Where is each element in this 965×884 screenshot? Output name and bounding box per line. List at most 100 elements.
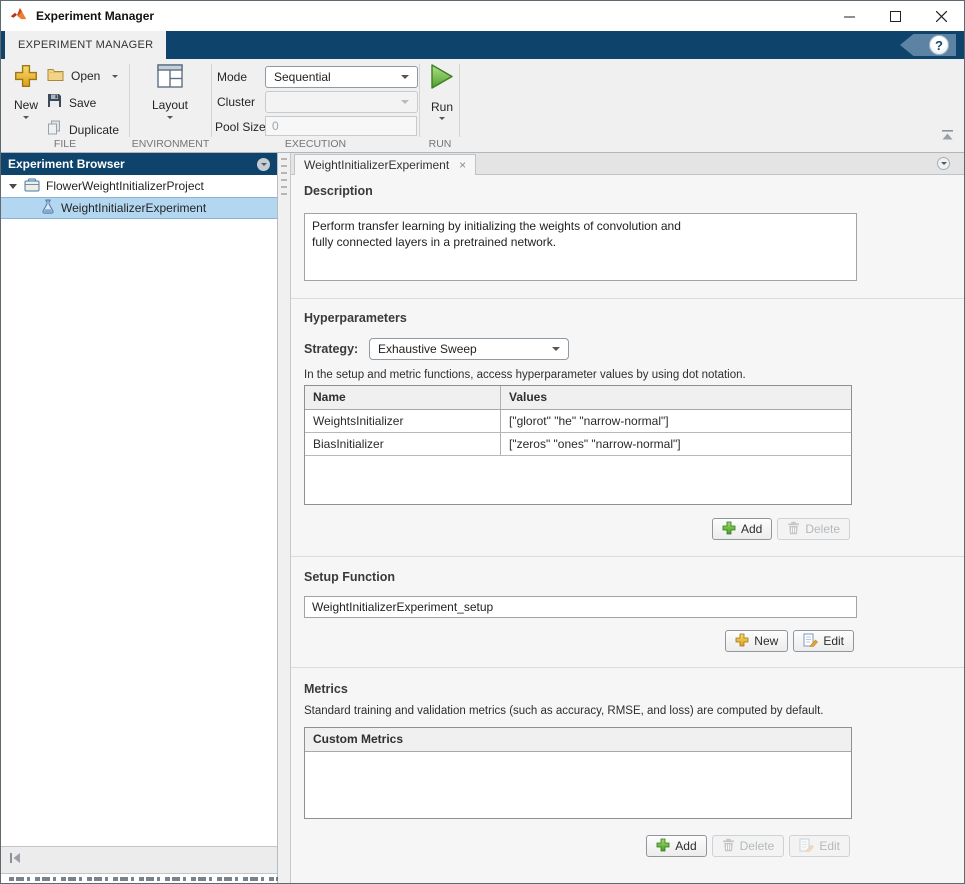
collapse-panel-icon[interactable] (9, 851, 22, 869)
toolbar-separator (459, 64, 460, 137)
new-dropdown-icon[interactable] (23, 116, 29, 119)
panel-menu-icon[interactable] (257, 157, 270, 171)
document-menu-icon[interactable] (937, 157, 950, 170)
layout-dropdown-icon[interactable] (167, 116, 173, 119)
close-button[interactable] (918, 1, 964, 31)
pool-size-input (265, 116, 417, 136)
experiment-flask-icon (41, 199, 55, 217)
mode-label: Mode (217, 70, 248, 84)
file-section-label: FILE (53, 138, 77, 150)
add-hyperparameter-button[interactable]: Add (711, 518, 773, 540)
add-button-label: Add (675, 839, 697, 853)
layout-button[interactable]: Layout (142, 64, 198, 119)
window-title: Experiment Manager (36, 9, 155, 23)
tab-close-icon[interactable]: × (459, 159, 466, 171)
mode-dropdown-icon (401, 75, 409, 79)
toolbar-separator (419, 64, 420, 137)
main-area: Experiment Browser FlowerWeightInitializ… (1, 153, 964, 883)
open-button[interactable]: Open (47, 65, 119, 87)
add-button-label: Add (740, 522, 763, 536)
new-button-label: New (13, 98, 38, 112)
setup-function-buttons: New Edit (725, 630, 854, 652)
run-dropdown-icon[interactable] (439, 117, 445, 120)
project-name: FlowerWeightInitializerProject (46, 179, 204, 193)
hyperparameters-buttons: Add Delete (711, 518, 850, 540)
setup-function-input[interactable] (304, 596, 857, 618)
panel-splitter[interactable] (278, 153, 291, 883)
table-row[interactable]: BiasInitializer ["zeros" "ones" "narrow-… (305, 433, 851, 456)
open-button-label: Open (71, 69, 101, 83)
cell-values[interactable]: ["zeros" "ones" "narrow-normal"] (501, 433, 851, 455)
minimize-button[interactable] (826, 1, 872, 31)
edit-icon (803, 633, 819, 650)
new-button[interactable]: New (8, 64, 44, 119)
project-icon (24, 178, 40, 195)
experiment-name: WeightInitializerExperiment (61, 201, 207, 215)
section-divider (291, 556, 964, 557)
trash-icon (722, 838, 735, 855)
edit-metric-button: Edit (789, 835, 850, 857)
column-header-name[interactable]: Name (305, 386, 501, 409)
description-textarea[interactable]: Perform transfer learning by initializin… (304, 213, 857, 281)
tree-expand-icon[interactable] (9, 183, 17, 189)
cluster-select (265, 91, 418, 113)
column-header-values[interactable]: Values (501, 386, 851, 409)
mode-value: Sequential (274, 70, 331, 84)
save-icon (47, 93, 62, 113)
tab-weightinitializerexperiment[interactable]: WeightInitializerExperiment × (294, 154, 477, 175)
cluster-label: Cluster (217, 95, 256, 109)
description-heading: Description (304, 184, 373, 198)
mode-select[interactable]: Sequential (265, 66, 418, 88)
edit-button-label: Edit (823, 634, 844, 648)
delete-button-label: Delete (739, 839, 775, 853)
metrics-hint: Standard training and validation metrics… (304, 705, 824, 717)
save-button[interactable]: Save (47, 92, 96, 114)
cell-name[interactable]: BiasInitializer (305, 433, 501, 455)
hyperparameters-heading: Hyperparameters (304, 311, 407, 325)
collapse-ribbon-icon[interactable] (941, 128, 954, 146)
browser-bottom-bar (1, 846, 277, 874)
ribbon-tab-bar: EXPERIMENT MANAGER ? (1, 31, 964, 59)
strategy-dropdown-icon (552, 347, 560, 351)
tree-item-project[interactable]: FlowerWeightInitializerProject (1, 175, 277, 197)
strategy-value: Exhaustive Sweep (378, 342, 477, 356)
experiment-browser-title: Experiment Browser (8, 157, 125, 171)
maximize-button[interactable] (872, 1, 918, 31)
run-button[interactable]: Run (425, 63, 459, 120)
new-plus-icon (14, 64, 38, 93)
pool-size-label: Pool Size (215, 120, 266, 134)
help-icon[interactable]: ? (929, 35, 949, 55)
tree-item-experiment[interactable]: WeightInitializerExperiment (1, 197, 277, 219)
toolbar-separator (129, 64, 130, 137)
new-plus-icon (735, 633, 749, 650)
metrics-buttons: Add Delete Edit (646, 835, 850, 857)
cell-name[interactable]: WeightsInitializer (305, 410, 501, 432)
table-row[interactable]: WeightsInitializer ["glorot" "he" "narro… (305, 410, 851, 433)
edit-button-label: Edit (819, 839, 840, 853)
edit-setup-function-button[interactable]: Edit (793, 630, 854, 652)
open-folder-icon (47, 67, 64, 86)
strategy-select[interactable]: Exhaustive Sweep (369, 338, 569, 360)
delete-hyperparameter-button: Delete (777, 518, 850, 540)
section-divider (291, 667, 964, 668)
matlab-logo-icon (10, 6, 27, 26)
open-dropdown-icon[interactable] (112, 74, 119, 78)
experiment-manager-window: Experiment Manager EXPERIMENT MANAGER ? … (0, 0, 965, 884)
add-plus-icon (656, 838, 670, 855)
delete-metric-button: Delete (711, 835, 785, 857)
cell-values[interactable]: ["glorot" "he" "narrow-normal"] (501, 410, 851, 432)
environment-section-label: ENVIRONMENT (131, 138, 210, 150)
run-play-icon (429, 63, 455, 95)
hyperparameters-table[interactable]: Name Values WeightsInitializer ["glorot"… (304, 385, 852, 505)
hyperparameters-hint: In the setup and metric functions, acces… (304, 369, 746, 381)
setup-function-heading: Setup Function (304, 570, 395, 584)
layout-icon (157, 64, 183, 93)
add-metric-button[interactable]: Add (646, 835, 707, 857)
tab-experiment-manager[interactable]: EXPERIMENT MANAGER (5, 31, 167, 59)
execution-section-label: EXECUTION (284, 138, 347, 150)
experiment-browser-header: Experiment Browser (1, 153, 277, 175)
new-setup-function-button[interactable]: New (725, 630, 789, 652)
strategy-label: Strategy: (304, 342, 359, 356)
custom-metrics-table[interactable]: Custom Metrics (304, 727, 852, 819)
metrics-heading: Metrics (304, 682, 348, 696)
